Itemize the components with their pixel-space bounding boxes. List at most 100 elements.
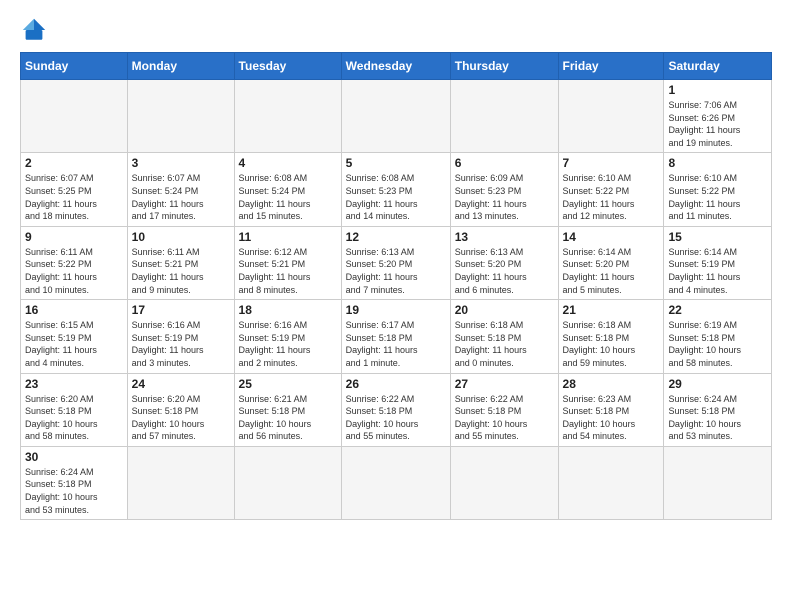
- weekday-header-sunday: Sunday: [21, 53, 128, 80]
- day-info: Sunrise: 6:13 AM Sunset: 5:20 PM Dayligh…: [455, 246, 554, 296]
- day-number: 5: [346, 156, 446, 170]
- day-info: Sunrise: 6:15 AM Sunset: 5:19 PM Dayligh…: [25, 319, 123, 369]
- day-info: Sunrise: 6:11 AM Sunset: 5:21 PM Dayligh…: [132, 246, 230, 296]
- calendar-cell: [21, 80, 128, 153]
- logo: [20, 16, 52, 44]
- day-number: 7: [563, 156, 660, 170]
- day-info: Sunrise: 6:14 AM Sunset: 5:20 PM Dayligh…: [563, 246, 660, 296]
- calendar-cell: 8 Sunrise: 6:10 AM Sunset: 5:22 PM Daylig…: [664, 153, 772, 226]
- weekday-header-thursday: Thursday: [450, 53, 558, 80]
- day-number: 14: [563, 230, 660, 244]
- day-number: 20: [455, 303, 554, 317]
- calendar-cell: 11 Sunrise: 6:12 AM Sunset: 5:21 PM Dayli…: [234, 226, 341, 299]
- day-number: 23: [25, 377, 123, 391]
- calendar-cell: 24 Sunrise: 6:20 AM Sunset: 5:18 PM Dayli…: [127, 373, 234, 446]
- weekday-header-tuesday: Tuesday: [234, 53, 341, 80]
- day-info: Sunrise: 6:24 AM Sunset: 5:18 PM Dayligh…: [25, 466, 123, 516]
- day-number: 18: [239, 303, 337, 317]
- day-info: Sunrise: 6:11 AM Sunset: 5:22 PM Dayligh…: [25, 246, 123, 296]
- day-number: 4: [239, 156, 337, 170]
- day-number: 1: [668, 83, 767, 97]
- day-info: Sunrise: 6:20 AM Sunset: 5:18 PM Dayligh…: [25, 393, 123, 443]
- calendar-cell: 6 Sunrise: 6:09 AM Sunset: 5:23 PM Daylig…: [450, 153, 558, 226]
- week-row-2: 2 Sunrise: 6:07 AM Sunset: 5:25 PM Daylig…: [21, 153, 772, 226]
- calendar-cell: 7Sunrise: 6:10 AM Sunset: 5:22 PM Daylig…: [558, 153, 664, 226]
- calendar: SundayMondayTuesdayWednesdayThursdayFrid…: [20, 52, 772, 520]
- calendar-cell: 5 Sunrise: 6:08 AM Sunset: 5:23 PM Daylig…: [341, 153, 450, 226]
- day-info: Sunrise: 6:17 AM Sunset: 5:18 PM Dayligh…: [346, 319, 446, 369]
- day-number: 10: [132, 230, 230, 244]
- day-number: 25: [239, 377, 337, 391]
- calendar-cell: 23 Sunrise: 6:20 AM Sunset: 5:18 PM Dayli…: [21, 373, 128, 446]
- day-info: Sunrise: 6:07 AM Sunset: 5:24 PM Dayligh…: [132, 172, 230, 222]
- calendar-cell: 29Sunrise: 6:24 AM Sunset: 5:18 PM Dayli…: [664, 373, 772, 446]
- week-row-3: 9Sunrise: 6:11 AM Sunset: 5:22 PM Daylig…: [21, 226, 772, 299]
- day-number: 3: [132, 156, 230, 170]
- calendar-cell: 21 Sunrise: 6:18 AM Sunset: 5:18 PM Dayli…: [558, 300, 664, 373]
- calendar-cell: [558, 446, 664, 519]
- day-info: Sunrise: 6:13 AM Sunset: 5:20 PM Dayligh…: [346, 246, 446, 296]
- day-info: Sunrise: 7:06 AM Sunset: 6:26 PM Dayligh…: [668, 99, 767, 149]
- calendar-cell: [664, 446, 772, 519]
- calendar-cell: [450, 446, 558, 519]
- day-number: 22: [668, 303, 767, 317]
- day-info: Sunrise: 6:08 AM Sunset: 5:23 PM Dayligh…: [346, 172, 446, 222]
- calendar-cell: [127, 446, 234, 519]
- calendar-cell: 1 Sunrise: 7:06 AM Sunset: 6:26 PM Daylig…: [664, 80, 772, 153]
- week-row-5: 23 Sunrise: 6:20 AM Sunset: 5:18 PM Dayli…: [21, 373, 772, 446]
- calendar-cell: 22Sunrise: 6:19 AM Sunset: 5:18 PM Dayli…: [664, 300, 772, 373]
- day-number: 15: [668, 230, 767, 244]
- calendar-cell: 18Sunrise: 6:16 AM Sunset: 5:19 PM Dayli…: [234, 300, 341, 373]
- day-number: 16: [25, 303, 123, 317]
- calendar-cell: [341, 446, 450, 519]
- calendar-cell: 4 Sunrise: 6:08 AM Sunset: 5:24 PM Daylig…: [234, 153, 341, 226]
- calendar-cell: 17Sunrise: 6:16 AM Sunset: 5:19 PM Dayli…: [127, 300, 234, 373]
- day-info: Sunrise: 6:18 AM Sunset: 5:18 PM Dayligh…: [563, 319, 660, 369]
- calendar-cell: [234, 80, 341, 153]
- calendar-cell: 15 Sunrise: 6:14 AM Sunset: 5:19 PM Dayli…: [664, 226, 772, 299]
- day-info: Sunrise: 6:20 AM Sunset: 5:18 PM Dayligh…: [132, 393, 230, 443]
- day-number: 24: [132, 377, 230, 391]
- day-number: 29: [668, 377, 767, 391]
- day-number: 12: [346, 230, 446, 244]
- calendar-cell: 30Sunrise: 6:24 AM Sunset: 5:18 PM Dayli…: [21, 446, 128, 519]
- calendar-cell: 25 Sunrise: 6:21 AM Sunset: 5:18 PM Dayli…: [234, 373, 341, 446]
- day-info: Sunrise: 6:18 AM Sunset: 5:18 PM Dayligh…: [455, 319, 554, 369]
- day-number: 21: [563, 303, 660, 317]
- calendar-cell: [341, 80, 450, 153]
- week-row-1: 1 Sunrise: 7:06 AM Sunset: 6:26 PM Daylig…: [21, 80, 772, 153]
- week-row-6: 30Sunrise: 6:24 AM Sunset: 5:18 PM Dayli…: [21, 446, 772, 519]
- day-number: 13: [455, 230, 554, 244]
- calendar-cell: [558, 80, 664, 153]
- calendar-cell: 12 Sunrise: 6:13 AM Sunset: 5:20 PM Dayli…: [341, 226, 450, 299]
- weekday-header-saturday: Saturday: [664, 53, 772, 80]
- day-info: Sunrise: 6:12 AM Sunset: 5:21 PM Dayligh…: [239, 246, 337, 296]
- day-info: Sunrise: 6:22 AM Sunset: 5:18 PM Dayligh…: [346, 393, 446, 443]
- day-info: Sunrise: 6:10 AM Sunset: 5:22 PM Dayligh…: [668, 172, 767, 222]
- calendar-cell: 27Sunrise: 6:22 AM Sunset: 5:18 PM Dayli…: [450, 373, 558, 446]
- day-info: Sunrise: 6:08 AM Sunset: 5:24 PM Dayligh…: [239, 172, 337, 222]
- weekday-header-monday: Monday: [127, 53, 234, 80]
- day-number: 17: [132, 303, 230, 317]
- day-number: 8: [668, 156, 767, 170]
- page: SundayMondayTuesdayWednesdayThursdayFrid…: [0, 0, 792, 530]
- day-info: Sunrise: 6:21 AM Sunset: 5:18 PM Dayligh…: [239, 393, 337, 443]
- day-number: 26: [346, 377, 446, 391]
- day-info: Sunrise: 6:07 AM Sunset: 5:25 PM Dayligh…: [25, 172, 123, 222]
- calendar-cell: 10 Sunrise: 6:11 AM Sunset: 5:21 PM Dayli…: [127, 226, 234, 299]
- day-number: 11: [239, 230, 337, 244]
- calendar-cell: 16 Sunrise: 6:15 AM Sunset: 5:19 PM Dayli…: [21, 300, 128, 373]
- calendar-cell: 20 Sunrise: 6:18 AM Sunset: 5:18 PM Dayli…: [450, 300, 558, 373]
- day-number: 19: [346, 303, 446, 317]
- day-number: 2: [25, 156, 123, 170]
- day-number: 6: [455, 156, 554, 170]
- calendar-cell: 13 Sunrise: 6:13 AM Sunset: 5:20 PM Dayli…: [450, 226, 558, 299]
- calendar-cell: [234, 446, 341, 519]
- day-info: Sunrise: 6:22 AM Sunset: 5:18 PM Dayligh…: [455, 393, 554, 443]
- day-info: Sunrise: 6:14 AM Sunset: 5:19 PM Dayligh…: [668, 246, 767, 296]
- day-info: Sunrise: 6:09 AM Sunset: 5:23 PM Dayligh…: [455, 172, 554, 222]
- weekday-header-row: SundayMondayTuesdayWednesdayThursdayFrid…: [21, 53, 772, 80]
- calendar-cell: 2 Sunrise: 6:07 AM Sunset: 5:25 PM Daylig…: [21, 153, 128, 226]
- calendar-cell: 19 Sunrise: 6:17 AM Sunset: 5:18 PM Dayli…: [341, 300, 450, 373]
- logo-icon: [20, 16, 48, 44]
